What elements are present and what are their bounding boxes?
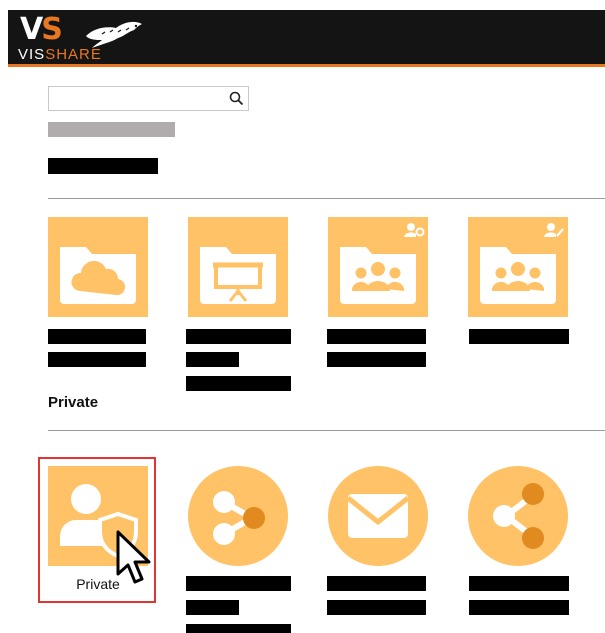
folder-tile-group-edit[interactable] [468,217,568,317]
redacted-label [327,600,426,615]
section-divider [48,430,605,431]
redacted-label [469,576,569,591]
mouse-cursor-icon [116,530,151,584]
folder-tile-cloud[interactable] [48,217,148,317]
shared-outgoing-icon [493,483,544,549]
mail-icon [346,494,410,538]
logo-vis: VIS [18,46,46,63]
redacted-label [327,352,426,367]
search-input[interactable] [49,87,232,110]
group-folder-settings-icon [340,223,425,304]
folder-tile-group-settings[interactable] [328,217,428,317]
redacted-label [327,576,426,591]
redacted-subtitle [48,122,175,137]
tile-shared-incoming[interactable] [188,466,288,566]
redacted-label [186,576,291,591]
redacted-label [186,329,291,344]
redacted-label [186,352,239,367]
redacted-label [469,600,569,615]
section-title-private: Private [48,394,99,411]
tile-mail[interactable] [328,466,428,566]
redacted-label [48,329,146,344]
redacted-label [186,624,291,633]
tile-shared-outgoing[interactable] [468,466,568,566]
logo-mark: VS [20,12,63,47]
redacted-heading [48,158,158,174]
logo-share: SHARE [45,46,102,63]
app-header: VS VISSHARE [8,10,605,67]
logo-wordmark: VISSHARE [18,47,102,63]
section-divider [48,198,605,199]
presentation-folder-icon [200,247,276,304]
visshare-logo[interactable]: VS VISSHARE [18,14,148,64]
search-icon[interactable] [229,91,244,106]
redacted-label [48,352,146,367]
search-box[interactable] [48,86,249,111]
folder-tile-presentation[interactable] [188,217,288,317]
shared-incoming-icon [213,491,265,545]
cloud-folder-icon [60,247,136,304]
group-folder-edit-icon [480,223,564,304]
redacted-label [186,600,239,615]
redacted-label [186,376,291,391]
redacted-label [327,329,426,344]
redacted-label [469,329,569,344]
